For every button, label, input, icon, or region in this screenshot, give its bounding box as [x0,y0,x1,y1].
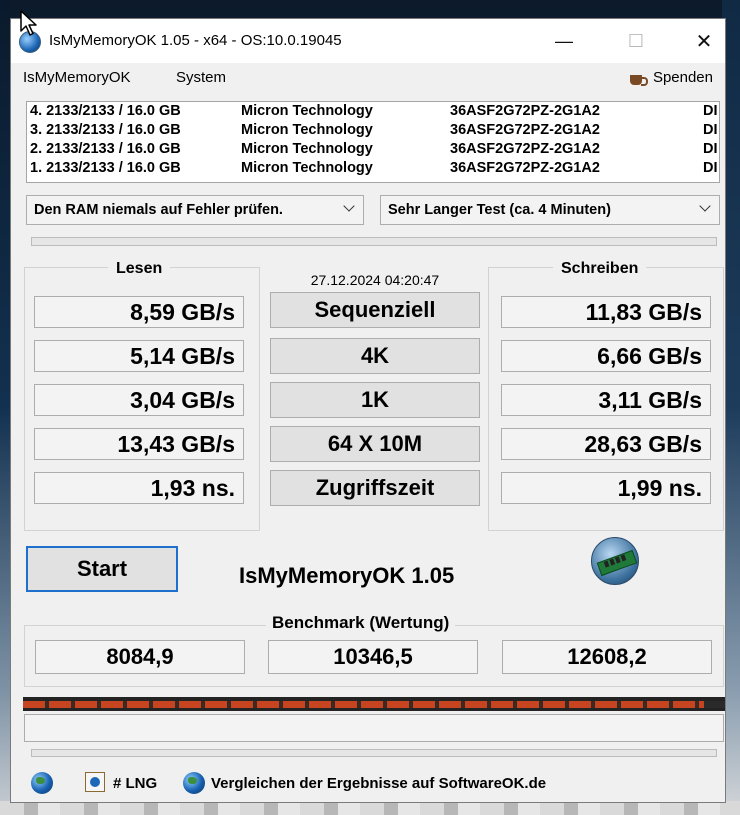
write-group-label: Schreiben [553,260,647,278]
language-icon[interactable] [85,772,105,792]
ram-part-number: 36ASF2G72PZ-2G1A2 [450,141,600,157]
globe-icon[interactable] [31,772,53,794]
1k-test-button[interactable]: 1K [270,382,480,418]
start-button[interactable]: Start [26,546,178,592]
led-progress-remaining [703,701,725,708]
coffee-cup-icon [629,70,648,86]
maximize-button[interactable]: ☐ [613,27,659,55]
title-bar[interactable]: IsMyMemoryOK 1.05 - x64 - OS:10.0.19045 … [11,19,725,63]
secondary-progress-bar [31,749,717,757]
list-item[interactable]: 2. 2133/2133 / 16.0 GB Micron Technology… [27,140,719,159]
benchmark-combined-score: 10346,5 [268,640,478,674]
menu-ismymemoryok[interactable]: IsMyMemoryOK [23,69,131,86]
window-title: IsMyMemoryOK 1.05 - x64 - OS:10.0.19045 [49,32,342,49]
write-value-4k: 6,66 GB/s [501,340,711,372]
benchmark-label: Benchmark (Wertung) [266,613,456,633]
ram-extra: DI [703,141,718,157]
write-value-1k: 3,11 GB/s [501,384,711,416]
ram-part-number: 36ASF2G72PZ-2G1A2 [450,103,600,119]
minimize-button[interactable]: — [541,27,587,55]
64x10m-test-button[interactable]: 64 X 10M [270,426,480,462]
ram-part-number: 36ASF2G72PZ-2G1A2 [450,160,600,176]
compare-results-link[interactable]: Vergleichen der Ergebnisse auf SoftwareO… [211,775,546,792]
globe-icon[interactable] [183,772,205,794]
test-timestamp: 27.12.2024 04:20:47 [310,272,440,288]
status-field [24,714,724,742]
test-length-value: Sehr Langer Test (ca. 4 Minuten) [388,202,611,218]
ram-slot: 1. 2133/2133 / 16.0 GB [30,160,181,176]
error-check-value: Den RAM niemals auf Fehler prüfen. [34,202,283,218]
ram-vendor: Micron Technology [241,103,373,119]
chevron-down-icon [699,202,711,214]
read-group-label: Lesen [108,260,171,278]
write-value-64x10m: 28,63 GB/s [501,428,711,460]
read-value-sequential: 8,59 GB/s [34,296,244,328]
ram-vendor: Micron Technology [241,141,373,157]
test-progress-bar [31,237,717,246]
menu-bar: IsMyMemoryOK System Spenden [11,63,725,91]
language-link[interactable]: # LNG [113,775,157,792]
ram-slot: 2. 2133/2133 / 16.0 GB [30,141,181,157]
write-value-sequential: 11,83 GB/s [501,296,711,328]
access-time-test-button[interactable]: Zugriffszeit [270,470,480,506]
ram-module-list[interactable]: 4. 2133/2133 / 16.0 GB Micron Technology… [26,101,720,183]
list-item[interactable]: 3. 2133/2133 / 16.0 GB Micron Technology… [27,121,719,140]
read-value-access-time: 1,93 ns. [34,472,244,504]
desktop-background-bottom [0,801,740,815]
list-item[interactable]: 4. 2133/2133 / 16.0 GB Micron Technology… [27,102,719,121]
read-value-1k: 3,04 GB/s [34,384,244,416]
benchmark-write-score: 12608,2 [502,640,712,674]
app-name-label: IsMyMemoryOK 1.05 [239,563,455,588]
read-value-4k: 5,14 GB/s [34,340,244,372]
ram-vendor: Micron Technology [241,122,373,138]
footer-bar: # LNG Vergleichen der Ergebnisse auf Sof… [11,769,725,799]
ram-slot: 3. 2133/2133 / 16.0 GB [30,122,181,138]
menu-system[interactable]: System [176,69,226,86]
ram-vendor: Micron Technology [241,160,373,176]
close-button[interactable]: ✕ [681,27,727,55]
chevron-down-icon [343,202,355,214]
ram-extra: DI [703,103,718,119]
sequential-test-button[interactable]: Sequenziell [270,292,480,328]
4k-test-button[interactable]: 4K [270,338,480,374]
list-item[interactable]: 1. 2133/2133 / 16.0 GB Micron Technology… [27,159,719,178]
menu-donate-label: Spenden [652,69,713,86]
ram-extra: DI [703,122,718,138]
benchmark-read-score: 8084,9 [35,640,245,674]
ram-part-number: 36ASF2G72PZ-2G1A2 [450,122,600,138]
write-value-access-time: 1,99 ns. [501,472,711,504]
desktop-background-left [0,0,10,815]
ram-extra: DI [703,160,718,176]
error-check-select[interactable]: Den RAM niemals auf Fehler prüfen. [26,195,364,225]
memory-chip-globe-icon [591,537,639,585]
menu-donate[interactable]: Spenden [629,69,713,86]
ram-slot: 4. 2133/2133 / 16.0 GB [30,103,181,119]
benchmark-group: Benchmark (Wertung) 8084,9 10346,5 12608… [24,613,724,687]
test-length-select[interactable]: Sehr Langer Test (ca. 4 Minuten) [380,195,720,225]
led-progress-bar [23,697,725,711]
read-value-64x10m: 13,43 GB/s [34,428,244,460]
main-window: IsMyMemoryOK 1.05 - x64 - OS:10.0.19045 … [10,18,726,803]
